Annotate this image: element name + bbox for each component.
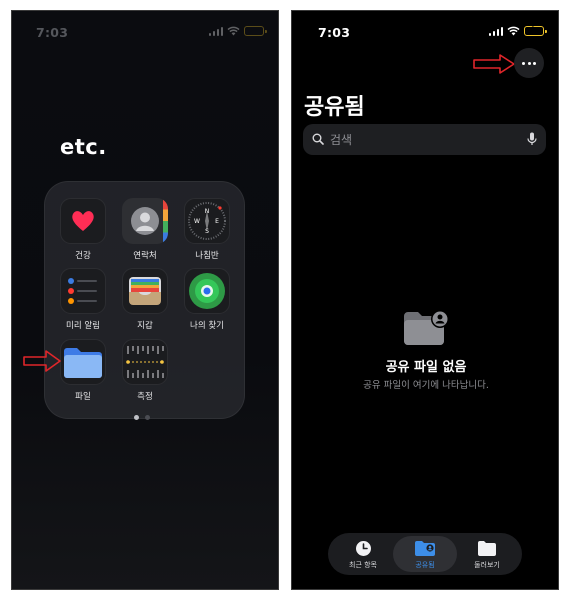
compass-w: W (194, 218, 200, 225)
app-label: 나의 찾기 (190, 321, 224, 331)
app-compass[interactable]: N E S W 나침반 (177, 198, 237, 261)
app-label: 파일 (75, 392, 91, 402)
wifi-icon (227, 26, 240, 36)
folder-icon (478, 541, 496, 556)
tab-shared[interactable]: 공유됨 (393, 536, 457, 572)
app-label: 연락처 (133, 251, 157, 261)
cellular-signal-icon (208, 26, 223, 36)
folder-title: etc. (60, 135, 107, 159)
status-icons (208, 26, 267, 36)
tab-bar: 최근 항목 공유됨 둘러보기 (328, 533, 522, 575)
app-label: 건강 (75, 251, 91, 261)
empty-state-title: 공유 파일 없음 (385, 360, 467, 375)
app-health[interactable]: 건강 (53, 198, 113, 261)
status-icons: ⚡ (488, 24, 547, 36)
more-options-button[interactable] (514, 48, 544, 78)
tab-recents[interactable]: 최근 항목 (331, 536, 395, 572)
app-folder[interactable]: 건강 연락처 N E S W 나침반 미리 알림 지갑 나의 찾기 파일 측정 (44, 181, 245, 419)
microphone-icon[interactable] (527, 132, 537, 146)
contacts-icon (122, 198, 168, 244)
shared-folder-icon (415, 541, 435, 556)
compass-icon: N E S W (184, 198, 230, 244)
app-find-my[interactable]: 나의 찾기 (177, 268, 237, 331)
cellular-signal-icon (488, 26, 503, 36)
app-measure[interactable]: 측정 (115, 339, 175, 402)
app-reminders[interactable]: 미리 알림 (53, 268, 113, 331)
compass-s: S (205, 228, 209, 235)
app-label: 나침반 (195, 251, 219, 261)
compass-e: E (215, 218, 219, 225)
shared-folder-empty-icon (404, 310, 449, 345)
battery-icon (244, 26, 267, 36)
annotation-arrow-icon (23, 350, 61, 372)
tab-label: 둘러보기 (474, 561, 500, 569)
measure-icon (122, 339, 168, 385)
files-app-panel: 7:03 ⚡ 공유됨 공유 파일 없음 공유 파일이 여기에 나타납니다. 최근… (291, 10, 559, 590)
wallet-icon (122, 268, 168, 314)
app-contacts[interactable]: 연락처 (115, 198, 175, 261)
compass-n: N (205, 208, 210, 215)
page-indicator[interactable] (134, 415, 150, 420)
reminders-icon (60, 268, 106, 314)
files-folder-icon (60, 339, 106, 385)
app-label: 지갑 (137, 321, 153, 331)
app-files[interactable]: 파일 (53, 339, 113, 402)
health-heart-icon (60, 198, 106, 244)
tab-label: 공유됨 (415, 561, 435, 569)
home-screen-panel: 7:03 etc. 건강 연락처 N E S W 나침반 미리 알림 지갑 나의… (11, 10, 279, 590)
app-wallet[interactable]: 지갑 (115, 268, 175, 331)
tab-label: 최근 항목 (349, 561, 377, 569)
search-icon (312, 133, 324, 145)
battery-charging-icon: ⚡ (524, 24, 547, 36)
app-label: 측정 (137, 392, 153, 402)
annotation-arrow-icon (473, 54, 515, 74)
search-input[interactable] (330, 124, 510, 155)
app-label: 미리 알림 (66, 321, 100, 331)
find-my-icon (184, 268, 230, 314)
search-bar[interactable] (303, 124, 546, 155)
wifi-icon (507, 26, 520, 36)
page-title: 공유됨 (304, 95, 365, 120)
tab-browse[interactable]: 둘러보기 (455, 536, 519, 572)
clock-icon (355, 541, 371, 556)
empty-state-subtitle: 공유 파일이 여기에 나타납니다. (363, 380, 489, 391)
status-time: 7:03 (318, 25, 351, 40)
status-time: 7:03 (36, 25, 69, 40)
